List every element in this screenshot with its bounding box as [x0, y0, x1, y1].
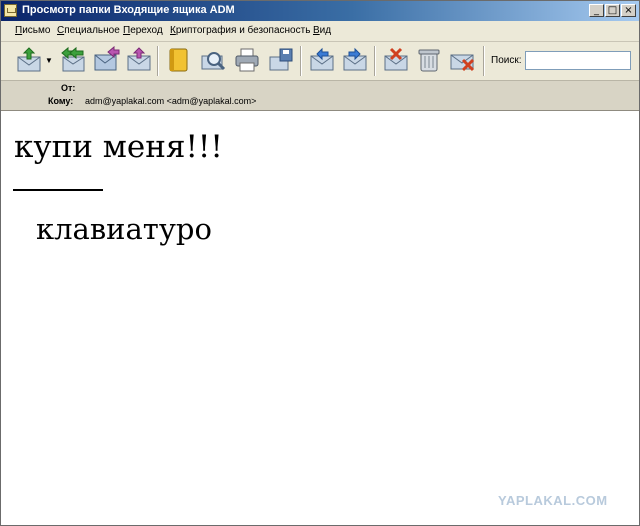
menu-bar: Письмо Специальное Переход Криптография …: [1, 22, 639, 42]
trash-icon[interactable]: [415, 46, 443, 74]
search-input[interactable]: [525, 51, 631, 70]
search-label: Поиск:: [491, 55, 522, 66]
forward-icon[interactable]: [92, 46, 120, 74]
title-bar[interactable]: Просмотр папки Входящие ящика ADM _ □ ×: [1, 1, 639, 21]
save-icon[interactable]: [267, 46, 295, 74]
toolbar-separator: [374, 46, 376, 76]
menu-crypto[interactable]: Криптография и безопасность: [170, 25, 310, 36]
maximize-icon: □: [607, 5, 618, 16]
menu-view-hotkey: В: [313, 25, 320, 36]
menu-view-label: ид: [319, 25, 332, 36]
close-icon: ×: [624, 5, 633, 16]
toolbar-separator: [300, 46, 302, 76]
mail-app-icon: [4, 4, 17, 17]
next-message-icon[interactable]: [341, 46, 369, 74]
signature-text: клавиатуро: [36, 212, 212, 246]
print-icon[interactable]: [233, 46, 261, 74]
menu-special[interactable]: Специальное: [57, 25, 120, 36]
toolbar-separator: [157, 46, 159, 76]
mail-window: Просмотр папки Входящие ящика ADM _ □ × …: [0, 0, 640, 526]
menu-view[interactable]: Вид: [313, 25, 331, 36]
to-value[interactable]: adm@yaplakal.com <adm@yaplakal.com>: [85, 96, 256, 106]
minimize-icon: _: [594, 5, 599, 16]
site-watermark: YAPLAKAL.COM: [498, 493, 608, 508]
message-headers: От: Кому: adm@yaplakal.com <adm@yaplakal…: [1, 81, 639, 111]
menu-letter-label: исьмо: [22, 25, 51, 36]
toolbar-separator: [483, 46, 485, 76]
menu-letter[interactable]: Письмо: [15, 25, 50, 36]
message-text: купи меня!!!: [14, 129, 223, 165]
message-body: купи меня!!! клавиатуро YAPLAKAL.COM: [1, 111, 639, 525]
delete-icon[interactable]: [448, 46, 476, 74]
dropdown-arrow-icon[interactable]: ▼: [45, 56, 53, 65]
to-label: Кому:: [48, 96, 74, 106]
window-title: Просмотр папки Входящие ящика ADM: [22, 4, 235, 16]
new-message-icon[interactable]: [125, 46, 153, 74]
toolbar: ▼ Поиск:: [1, 42, 639, 81]
reply-all-icon[interactable]: [59, 46, 87, 74]
menu-go-label: ереход: [130, 25, 163, 36]
maximize-button[interactable]: □: [605, 4, 620, 17]
menu-special-label: пециальное: [64, 25, 120, 36]
menu-crypto-label: риптография и безопасность: [175, 25, 311, 36]
from-label: От:: [61, 83, 76, 93]
previous-message-icon[interactable]: [308, 46, 336, 74]
get-mail-icon[interactable]: [15, 46, 43, 74]
address-book-icon[interactable]: [164, 46, 192, 74]
search-messages-icon[interactable]: [199, 46, 227, 74]
minimize-button[interactable]: _: [589, 4, 604, 17]
junk-icon[interactable]: [382, 46, 410, 74]
menu-go[interactable]: Переход: [123, 25, 163, 36]
signature-separator: [13, 189, 103, 191]
close-button[interactable]: ×: [621, 4, 636, 17]
